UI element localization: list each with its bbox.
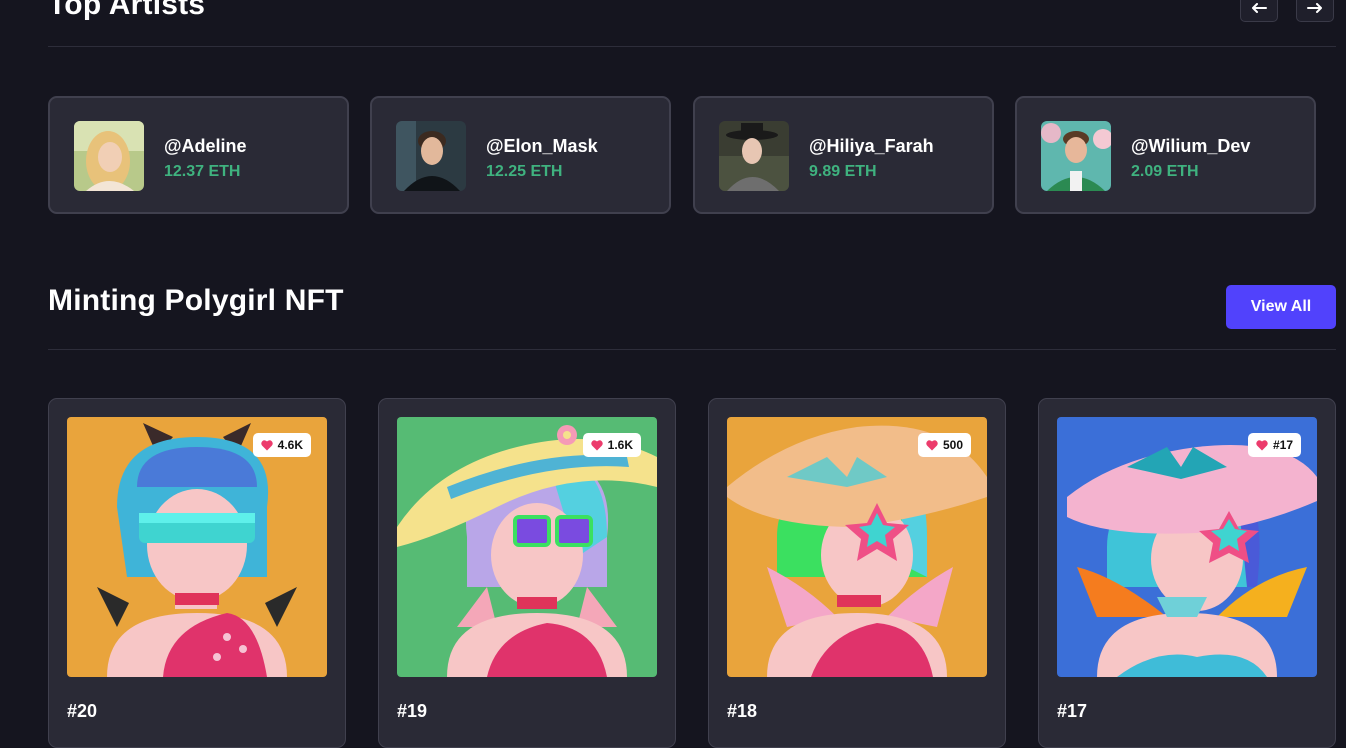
nft-title[interactable]: #19 xyxy=(397,701,427,722)
prev-button[interactable] xyxy=(1240,0,1278,22)
artist-eth: 2.09 ETH xyxy=(1131,163,1199,180)
arrow-right-icon xyxy=(1307,3,1322,13)
minting-title: Minting Polygirl NFT xyxy=(48,284,344,317)
view-all-button[interactable]: View All xyxy=(1226,285,1336,329)
heart-icon xyxy=(1256,439,1268,450)
heart-icon xyxy=(926,439,938,450)
nft-image[interactable]: #17 xyxy=(1057,417,1317,677)
nft-card[interactable]: 1.6K #19 xyxy=(378,398,676,748)
heart-icon xyxy=(590,439,603,450)
like-button[interactable]: 1.6K xyxy=(582,433,641,457)
avatar[interactable] xyxy=(1041,121,1111,191)
nft-title[interactable]: #17 xyxy=(1057,701,1087,722)
avatar[interactable] xyxy=(396,121,466,191)
avatar[interactable] xyxy=(74,121,144,191)
artist-name[interactable]: @Elon_Mask xyxy=(486,136,598,157)
like-button[interactable]: 500 xyxy=(917,433,971,457)
nft-title[interactable]: #18 xyxy=(727,701,757,722)
like-count: #17 xyxy=(1272,438,1293,452)
artist-eth: 9.89 ETH xyxy=(809,163,877,180)
artist-card[interactable]: @Elon_Mask 12.25 ETH xyxy=(370,96,671,214)
nft-image[interactable]: 500 xyxy=(727,417,987,677)
nft-card[interactable]: #17 #17 xyxy=(1038,398,1336,748)
like-button[interactable]: #17 xyxy=(1247,433,1301,457)
nft-image[interactable]: 1.6K xyxy=(397,417,657,677)
artist-name[interactable]: @Wilium_Dev xyxy=(1131,136,1250,157)
like-button[interactable]: 4.6K xyxy=(252,433,311,457)
heart-icon xyxy=(260,439,273,450)
artist-name[interactable]: @Hiliya_Farah xyxy=(809,136,934,157)
artist-card[interactable]: @Wilium_Dev 2.09 ETH xyxy=(1015,96,1316,214)
like-count: 1.6K xyxy=(607,438,633,452)
artist-card[interactable]: @Adeline 12.37 ETH xyxy=(48,96,349,214)
like-count: 4.6K xyxy=(277,438,303,452)
artist-card[interactable]: @Hiliya_Farah 9.89 ETH xyxy=(693,96,994,214)
top-artists-divider xyxy=(48,46,1336,47)
nft-title[interactable]: #20 xyxy=(67,701,97,722)
avatar[interactable] xyxy=(719,121,789,191)
artist-eth: 12.37 ETH xyxy=(164,163,241,180)
minting-divider xyxy=(48,349,1336,350)
nft-card[interactable]: 500 #18 xyxy=(708,398,1006,748)
nft-card[interactable]: 4.6K #20 xyxy=(48,398,346,748)
nft-image[interactable]: 4.6K xyxy=(67,417,327,677)
artist-eth: 12.25 ETH xyxy=(486,163,563,180)
next-button[interactable] xyxy=(1296,0,1334,22)
top-artists-title: Top Artists xyxy=(48,0,206,21)
like-count: 500 xyxy=(942,438,963,452)
artist-name[interactable]: @Adeline xyxy=(164,136,247,157)
arrow-left-icon xyxy=(1252,3,1267,13)
